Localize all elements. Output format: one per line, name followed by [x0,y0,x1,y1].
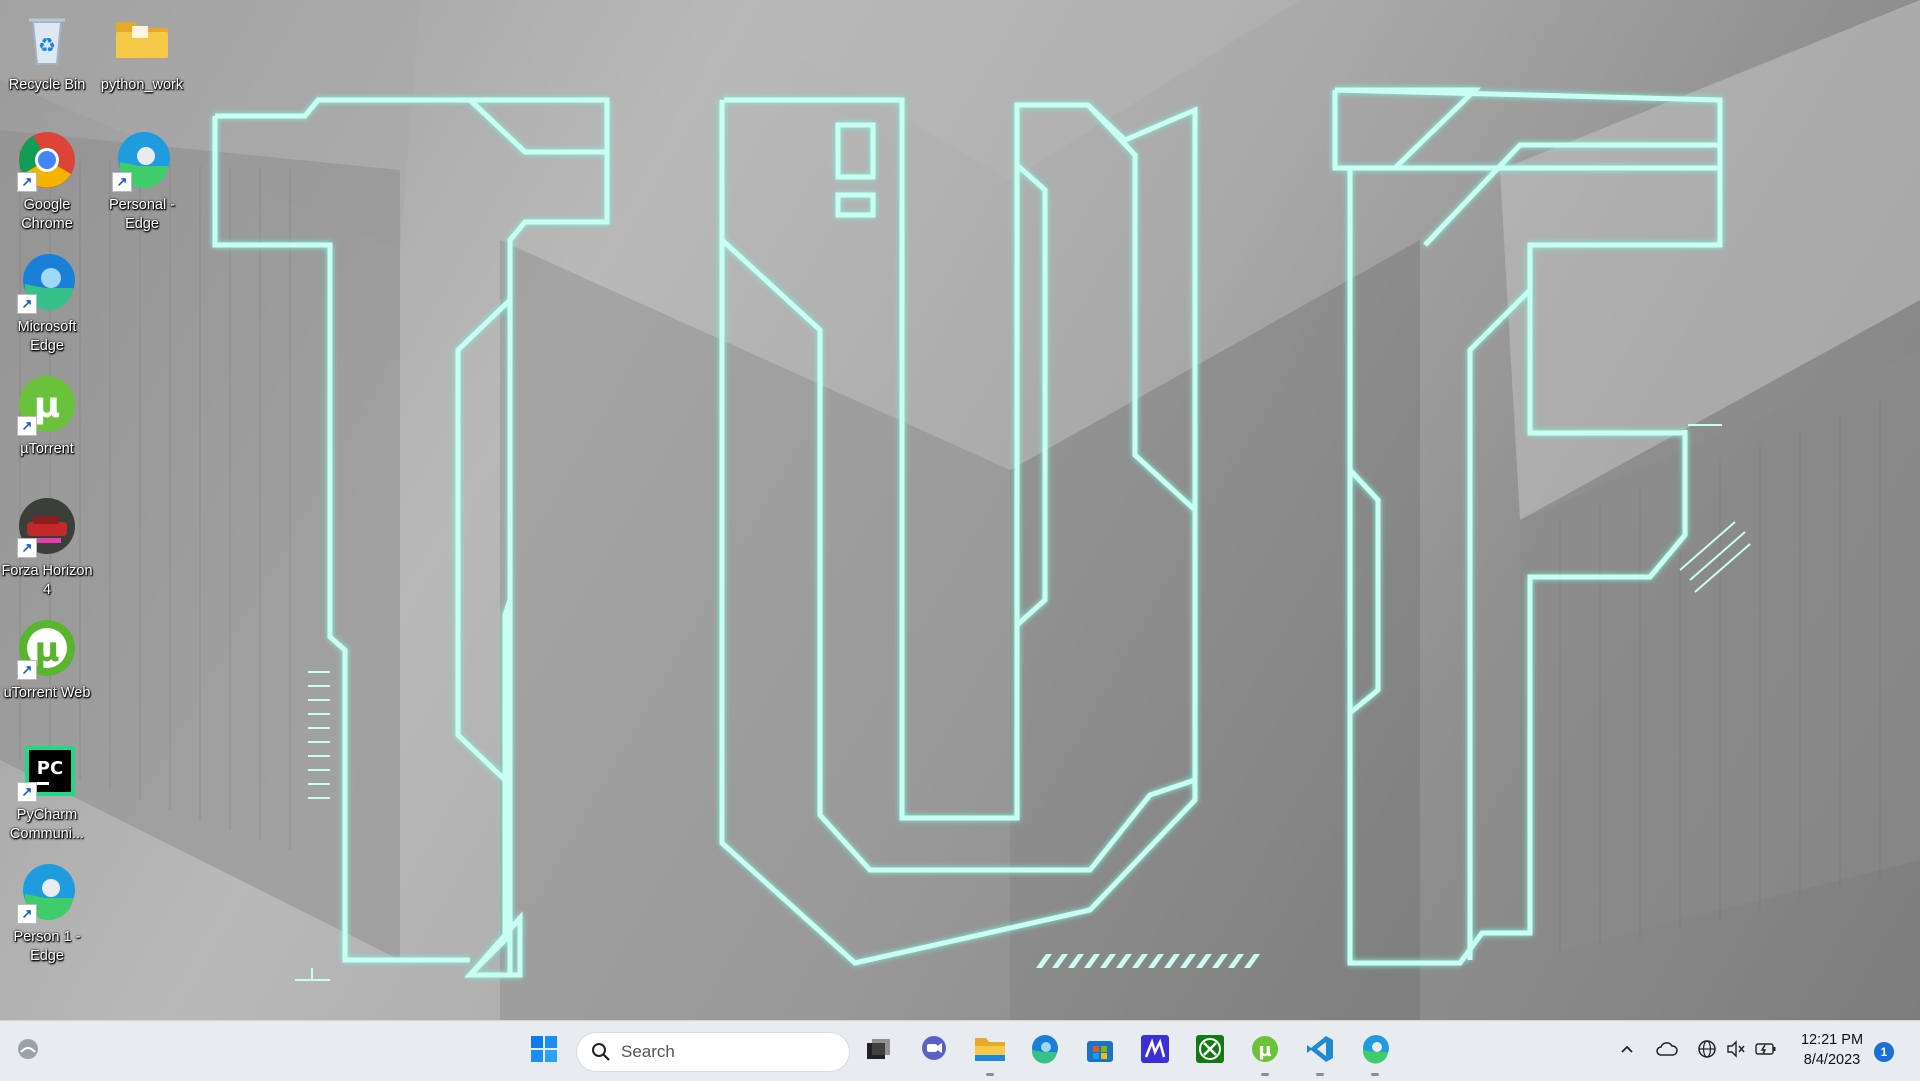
desktop[interactable]: ♻ Recycle Bin python_work ↗ Google Chrom… [0,0,1920,1020]
show-hidden-icons-button[interactable] [1615,1039,1639,1063]
desktop-icon-label: Google Chrome [21,197,73,232]
globe-icon [1697,1039,1717,1064]
vscode-icon [1305,1034,1335,1069]
desktop-icon-personal-edge[interactable]: ↗ Personal - Edge [95,128,189,238]
clock-time: 12:21 PM [1800,1032,1864,1048]
search-input[interactable] [619,1041,823,1063]
running-indicator [986,1073,994,1076]
onedrive-tray-button[interactable] [1655,1039,1679,1063]
desktop-icon-google-chrome[interactable]: ↗ Google Chrome [0,128,94,238]
desktop-icon-label: Person 1 - Edge [13,929,81,964]
svg-text:µ: µ [1258,1040,1271,1061]
shortcut-arrow-icon: ↗ [112,172,132,192]
shortcut-arrow-icon: ↗ [17,172,37,192]
edge-profile-icon: ↗ [110,128,174,192]
shortcut-arrow-icon: ↗ [17,660,37,680]
widgets-button[interactable] [6,1029,50,1073]
edge-profile-icon: ↗ [15,860,79,924]
taskbar-search[interactable] [576,1032,850,1072]
taskbar: µ [0,1020,1920,1081]
utorrent-icon: µ ↗ [15,372,79,436]
speaker-muted-icon [1726,1039,1746,1063]
task-view-button[interactable] [856,1029,900,1073]
shortcut-arrow-icon: ↗ [17,538,37,558]
weather-icon [15,1036,41,1067]
desktop-icon-label: uTorrent Web [3,685,91,701]
desktop-icon-label: µTorrent [20,441,74,457]
running-indicator [1371,1073,1379,1076]
edge-profile-button[interactable] [1353,1029,1397,1076]
pycharm-icon: PC ↗ [15,738,79,802]
desktop-icon-label: Microsoft Edge [17,319,77,354]
chat-button[interactable] [912,1029,956,1073]
cloud-icon [1656,1041,1678,1062]
shortcut-arrow-icon: ↗ [17,294,37,314]
battery-tray-button[interactable] [1754,1039,1778,1063]
shortcut-arrow-icon: ↗ [17,416,37,436]
svg-text:PC: PC [37,758,63,779]
chevron-up-icon [1619,1041,1635,1062]
desktop-icon-label: Recycle Bin [8,77,86,93]
utorrent-web-icon: µ ↗ [15,616,79,680]
file-explorer-button[interactable] [968,1029,1012,1076]
windows-logo-icon [530,1035,558,1068]
desktop-icon-utorrent-web[interactable]: µ ↗ uTorrent Web [0,616,94,726]
shortcut-arrow-icon: ↗ [17,782,37,802]
running-indicator [1261,1073,1269,1076]
shortcut-arrow-icon: ↗ [17,904,37,924]
svg-text:♻: ♻ [38,33,56,57]
chrome-icon: ↗ [15,128,79,192]
mathpix-button[interactable] [1133,1029,1177,1073]
desktop-icon-utorrent[interactable]: µ ↗ µTorrent [0,372,94,482]
utorrent-button[interactable]: µ [1243,1029,1287,1076]
desktop-icon-label: Personal - Edge [108,197,176,232]
xbox-icon [1195,1034,1225,1069]
volume-tray-button[interactable] [1724,1039,1748,1063]
running-indicator [1316,1073,1324,1076]
desktop-icon-person-1-edge[interactable]: ↗ Person 1 - Edge [0,860,94,970]
svg-text:µ: µ [34,385,61,426]
xbox-button[interactable] [1188,1029,1232,1073]
m-app-icon [1140,1034,1170,1069]
search-icon [591,1042,611,1062]
store-button[interactable] [1078,1029,1122,1073]
chat-icon [919,1034,949,1069]
edge-profile-icon [1359,1033,1391,1070]
svg-text:µ: µ [34,630,59,670]
tuf-logo-art [212,87,1751,981]
folder-icon [974,1035,1006,1068]
recycle-bin-icon: ♻ [15,8,79,72]
edge-icon [1028,1033,1060,1070]
store-icon [1085,1034,1115,1069]
folder-icon [110,8,174,72]
desktop-icon-recycle-bin[interactable]: ♻ Recycle Bin [0,8,94,118]
edge-icon: ↗ [15,250,79,314]
vscode-button[interactable] [1298,1029,1342,1076]
battery-charging-icon [1755,1041,1777,1062]
notification-badge[interactable]: 1 [1874,1042,1894,1062]
forza-icon: ↗ [15,494,79,558]
desktop-icon-label: Forza Horizon 4 [1,563,93,598]
desktop-icon-pycharm[interactable]: PC ↗ PyCharm Communi... [0,738,94,848]
utorrent-icon: µ [1250,1034,1280,1069]
desktop-icon-forza-horizon-4[interactable]: ↗ Forza Horizon 4 [0,494,94,604]
network-tray-button[interactable] [1695,1039,1719,1063]
clock-date: 8/4/2023 [1803,1052,1861,1068]
desktop-icon-python-work[interactable]: python_work [95,8,189,118]
edge-button[interactable] [1022,1029,1066,1073]
desktop-icon-label: python_work [100,77,184,93]
desktop-icon-microsoft-edge[interactable]: ↗ Microsoft Edge [0,250,94,360]
desktop-icon-label: PyCharm Communi... [9,807,85,842]
start-button[interactable] [522,1029,566,1073]
clock[interactable]: 12:21 PM 8/4/2023 [1790,1030,1874,1070]
task-view-icon [864,1035,892,1068]
